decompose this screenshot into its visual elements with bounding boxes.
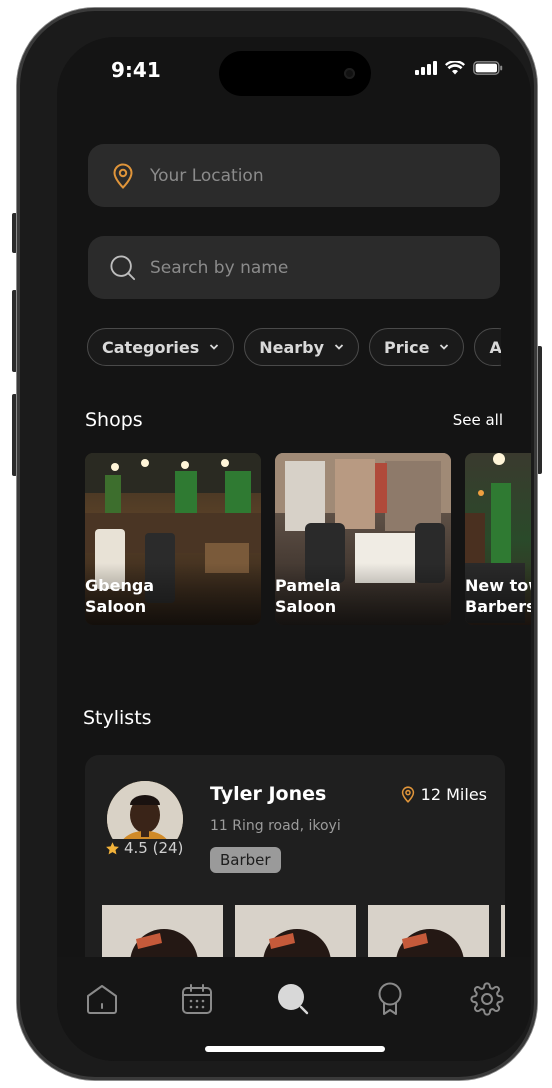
app-screen: 9:41 Your Location Search by name Catego… (57, 37, 531, 1061)
battery-icon (473, 61, 503, 75)
shop-card[interactable]: Gbenga Saloon (85, 453, 261, 625)
search-icon (278, 984, 309, 1015)
award-icon (378, 982, 402, 1015)
home-icon (87, 985, 117, 1014)
filter-nearby[interactable]: Nearby (244, 328, 360, 366)
chip-label: A (489, 337, 501, 357)
rating: 4.5 (24) (101, 839, 188, 857)
location-placeholder: Your Location (150, 165, 264, 186)
chip-label: Nearby (259, 337, 325, 357)
power-button (537, 346, 542, 474)
stylist-tag: Barber (210, 847, 281, 873)
see-all-link[interactable]: See all (453, 411, 503, 429)
filter-categories[interactable]: Categories (87, 328, 235, 366)
phone-frame: 9:41 Your Location Search by name Catego… (17, 8, 537, 1080)
chip-label: Categories (102, 337, 200, 357)
search-icon (110, 254, 136, 281)
tab-calendar[interactable] (177, 979, 217, 1019)
location-pin-icon (110, 162, 136, 189)
home-indicator[interactable] (205, 1046, 385, 1052)
location-pin-icon (401, 786, 414, 803)
filter-more[interactable]: A (474, 328, 501, 366)
shop-name: Gbenga Saloon (85, 576, 155, 616)
settings-icon (470, 982, 504, 1016)
chip-label: Price (384, 337, 430, 357)
chevron-down-icon (210, 344, 219, 350)
tab-settings[interactable] (467, 979, 507, 1019)
stylist-name: Tyler Jones (210, 783, 327, 805)
search-placeholder: Search by name (150, 257, 289, 278)
wifi-icon (445, 61, 465, 75)
chevron-down-icon (440, 344, 449, 350)
signal-icon (415, 61, 437, 75)
tab-rewards[interactable] (370, 979, 410, 1019)
tab-search[interactable] (273, 979, 313, 1019)
shop-card[interactable]: New town Barbers (465, 453, 531, 625)
shops-carousel: Gbenga Saloon Pamela Saloon New to Barbe… (85, 453, 531, 625)
location-field[interactable]: Your Location (88, 144, 500, 207)
search-field[interactable]: Search by name (88, 236, 500, 299)
chevron-down-icon (334, 344, 344, 350)
shop-card[interactable]: Pamela Saloon (275, 453, 451, 625)
stylists-title: Stylists (83, 707, 152, 729)
shop-name: Pamela Saloon (275, 576, 341, 616)
shops-title: Shops (85, 409, 143, 431)
status-time: 9:41 (111, 58, 161, 82)
camera-icon (344, 68, 355, 79)
status-icons (415, 61, 503, 75)
dynamic-island (219, 51, 371, 96)
stylist-distance: 12 Miles (401, 785, 487, 804)
stylist-address: 11 Ring road, ikoyi (210, 818, 341, 834)
calendar-icon (182, 984, 212, 1014)
tab-home[interactable] (82, 979, 122, 1019)
distance-text: 12 Miles (420, 785, 487, 804)
filter-chips: Categories Nearby Price A (87, 328, 501, 366)
star-icon (106, 841, 119, 854)
shop-name: New town Barbers (465, 576, 531, 616)
rating-text: 4.5 (24) (124, 839, 184, 857)
filter-price[interactable]: Price (369, 328, 465, 366)
